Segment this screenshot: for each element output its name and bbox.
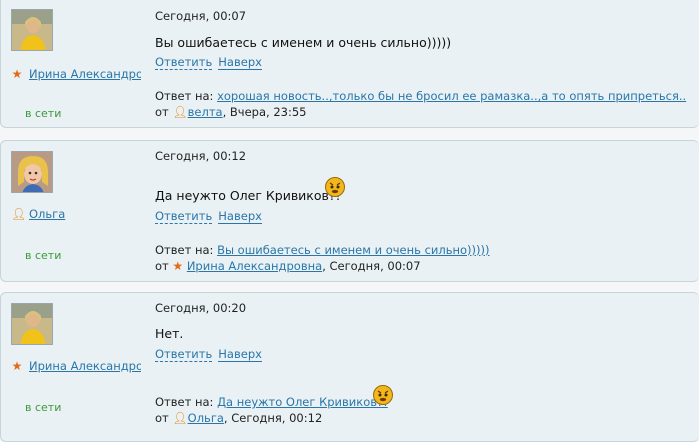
reply-to: Ответ на: хорошая новость..,только бы не… xyxy=(155,89,686,103)
post-actions: Ответить Наверх xyxy=(155,209,268,224)
reply-to-prefix: Ответ на: xyxy=(155,243,214,257)
reply-to: Ответ на: Да неужто Олег Кривиков?! xyxy=(155,395,388,409)
post-card: 👤︎ Ольга в сети Сегодня, 00:12 Да неужто … xyxy=(0,140,699,282)
post-author-panel: ★ Ирина Александровна в сети xyxy=(1,293,141,441)
post-actions: Ответить Наверх xyxy=(155,55,268,70)
user-icon: 👤︎ xyxy=(172,105,188,119)
from-user-link[interactable]: велта xyxy=(188,105,223,119)
reply-from: от 👤︎велта, Вчера, 23:55 xyxy=(155,105,306,119)
star-icon: ★ xyxy=(172,259,184,273)
from-prefix: от xyxy=(155,411,169,425)
smiley-icon xyxy=(373,385,393,405)
online-status: в сети xyxy=(25,401,62,414)
reply-from: от 👤︎Ольга, Сегодня, 00:12 xyxy=(155,411,322,425)
post-actions: Ответить Наверх xyxy=(155,347,268,362)
reply-button[interactable]: Ответить xyxy=(155,347,213,362)
reply-to-prefix: Ответ на: xyxy=(155,89,214,103)
post-author-panel: 👤︎ Ольга в сети xyxy=(1,141,141,281)
up-link[interactable]: Наверх xyxy=(218,55,262,70)
smiley-icon xyxy=(325,177,345,197)
reply-button[interactable]: Ответить xyxy=(155,55,213,70)
reply-to-link[interactable]: Да неужто Олег Кривиков?! xyxy=(217,395,388,409)
post-date: Сегодня, 00:12 xyxy=(155,149,247,163)
from-prefix: от xyxy=(155,105,169,119)
post-date: Сегодня, 00:20 xyxy=(155,301,247,315)
reply-to-link[interactable]: Вы ошибаетесь с именем и очень сильно)))… xyxy=(217,243,489,257)
star-icon: ★ xyxy=(11,359,23,373)
author-link[interactable]: ★ Ирина Александровна xyxy=(11,359,141,373)
post-card: ★ Ирина Александровна в сети Сегодня, 00:… xyxy=(0,292,699,442)
online-status: в сети xyxy=(25,249,62,262)
avatar[interactable] xyxy=(11,9,53,51)
post-author-panel: ★ Ирина Александровна в сети xyxy=(1,0,141,127)
user-icon: 👤︎ xyxy=(172,411,188,425)
reply-button[interactable]: Ответить xyxy=(155,209,213,224)
up-link[interactable]: Наверх xyxy=(218,209,262,224)
online-status: в сети xyxy=(25,107,62,120)
from-user-link[interactable]: Ольга xyxy=(188,411,224,425)
author-name[interactable]: Ирина Александровна xyxy=(29,67,141,81)
post-date: Сегодня, 00:07 xyxy=(155,9,247,23)
author-name[interactable]: Ольга xyxy=(29,207,65,221)
from-user-link[interactable]: Ирина Александровна xyxy=(187,259,322,273)
author-link[interactable]: ★ Ирина Александровна xyxy=(11,67,141,81)
from-details: , Вчера, 23:55 xyxy=(222,105,307,119)
star-icon: ★ xyxy=(11,67,23,81)
avatar[interactable] xyxy=(11,151,53,193)
up-link[interactable]: Наверх xyxy=(218,347,262,362)
author-name[interactable]: Ирина Александровна xyxy=(29,359,141,373)
avatar[interactable] xyxy=(11,303,53,345)
reply-to-prefix: Ответ на: xyxy=(155,395,214,409)
post-text: Нет. xyxy=(155,326,184,341)
reply-to: Ответ на: Вы ошибаетесь с именем и очень… xyxy=(155,243,490,257)
post-text: Да неужто Олег Кривиков?! xyxy=(155,188,341,203)
reply-to-link[interactable]: хорошая новость..,только бы не бросил ее… xyxy=(217,89,686,103)
author-link[interactable]: 👤︎ Ольга xyxy=(11,207,141,221)
user-icon: 👤︎ xyxy=(11,207,27,221)
post-card: ★ Ирина Александровна в сети Сегодня, 00:… xyxy=(0,0,699,128)
from-details: , Сегодня, 00:07 xyxy=(322,259,421,273)
from-details: , Сегодня, 00:12 xyxy=(223,411,323,425)
from-prefix: от xyxy=(155,259,169,273)
reply-from: от ★ Ирина Александровна, Сегодня, 00:07 xyxy=(155,259,421,273)
post-text: Вы ошибаетесь с именем и очень сильно)))… xyxy=(155,35,452,50)
